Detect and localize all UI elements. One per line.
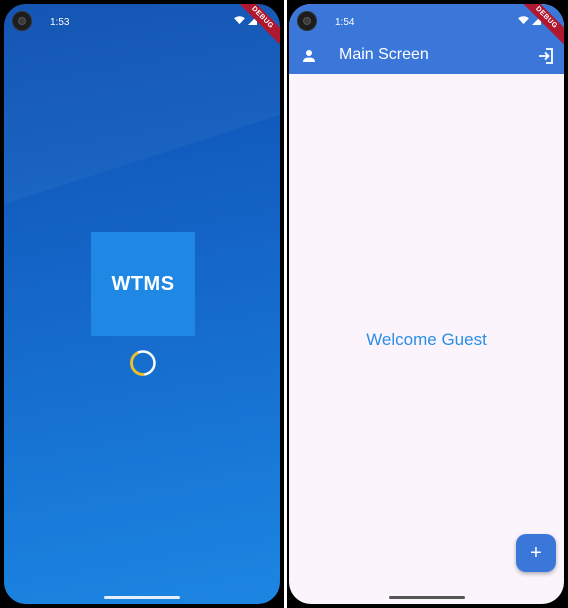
status-bar: 1:53 xyxy=(4,4,280,42)
main-screen: 1:54 DEBUG Main Screen Welcome Guest + xyxy=(289,4,564,604)
loading-spinner-icon xyxy=(130,350,156,376)
welcome-text: Welcome Guest xyxy=(366,330,487,349)
camera-cutout xyxy=(12,11,32,31)
splash-screen: 1:53 DEBUG WTMS xyxy=(4,4,280,604)
home-indicator[interactable] xyxy=(388,596,465,599)
appbar-title: Main Screen xyxy=(339,46,429,63)
home-indicator[interactable] xyxy=(104,596,180,599)
login-button[interactable] xyxy=(536,46,556,66)
app-bar: Main Screen xyxy=(289,38,564,74)
wifi-icon xyxy=(518,15,529,24)
status-bar: 1:54 xyxy=(289,4,564,42)
login-icon xyxy=(539,48,553,64)
logo-text: WTMS xyxy=(111,272,175,295)
splash-phone: 1:53 DEBUG WTMS xyxy=(0,0,284,608)
person-icon xyxy=(303,50,315,62)
add-button[interactable]: + xyxy=(516,534,556,572)
camera-cutout xyxy=(297,11,317,31)
app-logo: WTMS xyxy=(91,232,195,336)
status-time: 1:54 xyxy=(335,17,355,28)
main-phone: 1:54 DEBUG Main Screen Welcome Guest + xyxy=(287,0,568,608)
wifi-icon xyxy=(234,15,245,24)
profile-button[interactable] xyxy=(299,46,319,66)
status-time: 1:53 xyxy=(50,17,70,28)
add-icon: + xyxy=(530,542,542,564)
